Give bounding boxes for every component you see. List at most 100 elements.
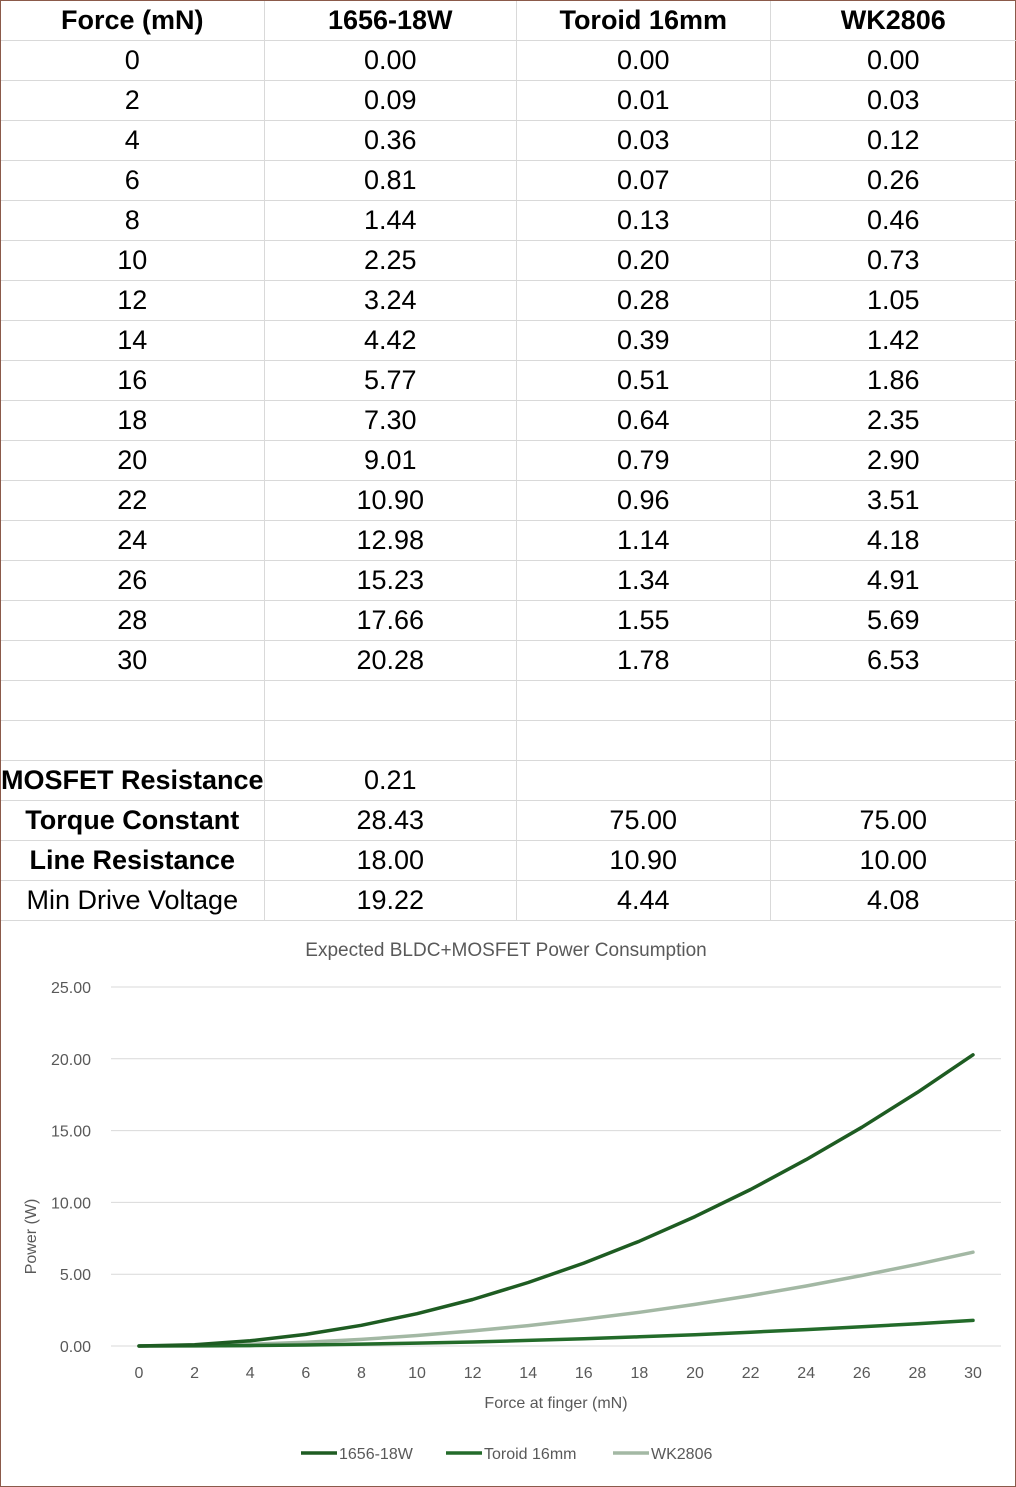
table-cell[interactable]: 30 [1, 640, 265, 681]
param-value[interactable]: 75.00 [770, 800, 1016, 841]
header-cell[interactable]: WK2806 [770, 1, 1016, 41]
param-value[interactable]: 0.21 [264, 760, 517, 801]
table-cell[interactable]: 2.25 [264, 240, 517, 281]
table-cell[interactable]: 0.03 [516, 120, 771, 161]
table-cell[interactable]: 0.46 [770, 200, 1016, 241]
table-cell[interactable]: 4.42 [264, 320, 517, 361]
table-cell[interactable]: 3.51 [770, 480, 1016, 521]
table-cell[interactable]: 0.73 [770, 240, 1016, 281]
table-cell[interactable]: 0.51 [516, 360, 771, 401]
table-cell[interactable]: 15.23 [264, 560, 517, 601]
table-cell[interactable]: 24 [1, 520, 265, 561]
empty-cell[interactable] [770, 680, 1016, 721]
param-value[interactable]: 19.22 [264, 880, 517, 921]
table-cell[interactable]: 8 [1, 200, 265, 241]
table-cell[interactable]: 0 [1, 40, 265, 81]
table-cell[interactable]: 0.26 [770, 160, 1016, 201]
table-cell[interactable]: 1.78 [516, 640, 771, 681]
table-cell[interactable]: 22 [1, 480, 265, 521]
param-value[interactable]: 10.00 [770, 840, 1016, 881]
table-row: 10 2.25 0.20 0.73 [1, 240, 1016, 281]
table-cell[interactable]: 1.05 [770, 280, 1016, 321]
table-cell[interactable]: 5.77 [264, 360, 517, 401]
table-cell[interactable]: 12.98 [264, 520, 517, 561]
empty-cell[interactable] [516, 680, 771, 721]
table-cell[interactable]: 2 [1, 80, 265, 121]
param-value[interactable]: 28.43 [264, 800, 517, 841]
table-row: 22 10.90 0.96 3.51 [1, 480, 1016, 521]
table-cell[interactable]: 12 [1, 280, 265, 321]
table-cell[interactable]: 10.90 [264, 480, 517, 521]
table-cell[interactable]: 2.90 [770, 440, 1016, 481]
table-cell[interactable]: 0.79 [516, 440, 771, 481]
table-cell[interactable]: 0.20 [516, 240, 771, 281]
param-label[interactable]: Line Resistance [1, 840, 265, 881]
param-value[interactable]: 4.44 [516, 880, 771, 921]
table-cell[interactable]: 2.35 [770, 400, 1016, 441]
empty-cell[interactable] [1, 720, 265, 761]
param-value[interactable]: 75.00 [516, 800, 771, 841]
empty-cell[interactable] [1, 680, 265, 721]
empty-cell[interactable] [516, 720, 771, 761]
header-cell[interactable]: Force (mN) [1, 1, 265, 41]
table-cell[interactable]: 3.24 [264, 280, 517, 321]
table-cell[interactable]: 0.01 [516, 80, 771, 121]
table-cell[interactable]: 6.53 [770, 640, 1016, 681]
table-cell[interactable]: 0.28 [516, 280, 771, 321]
table-cell[interactable]: 0.96 [516, 480, 771, 521]
table-cell[interactable]: 6 [1, 160, 265, 201]
param-value[interactable]: 10.90 [516, 840, 771, 881]
table-cell[interactable]: 1.44 [264, 200, 517, 241]
param-value[interactable] [516, 760, 771, 801]
param-label[interactable]: MOSFET Resistance [1, 760, 265, 801]
table-cell[interactable]: 4.18 [770, 520, 1016, 561]
table-cell[interactable]: 5.69 [770, 600, 1016, 641]
table-cell[interactable]: 28 [1, 600, 265, 641]
table-cell[interactable]: 4.91 [770, 560, 1016, 601]
table-cell[interactable]: 10 [1, 240, 265, 281]
table-cell[interactable]: 17.66 [264, 600, 517, 641]
table-cell[interactable]: 0.13 [516, 200, 771, 241]
table-cell[interactable]: 1.14 [516, 520, 771, 561]
x-tick-label: 26 [853, 1365, 871, 1382]
table-cell[interactable]: 20 [1, 440, 265, 481]
param-value[interactable]: 18.00 [264, 840, 517, 881]
table-cell[interactable]: 1.34 [516, 560, 771, 601]
table-cell[interactable]: 4 [1, 120, 265, 161]
empty-cell[interactable] [770, 720, 1016, 761]
table-cell[interactable]: 16 [1, 360, 265, 401]
table-cell[interactable]: 0.07 [516, 160, 771, 201]
empty-row [1, 680, 1016, 721]
empty-cell[interactable] [264, 680, 517, 721]
table-cell[interactable]: 0.36 [264, 120, 517, 161]
param-value[interactable] [770, 760, 1016, 801]
table-cell[interactable]: 20.28 [264, 640, 517, 681]
table-cell[interactable]: 0.00 [264, 40, 517, 81]
table-cell[interactable]: 1.55 [516, 600, 771, 641]
header-cell[interactable]: Toroid 16mm [516, 1, 771, 41]
table-cell[interactable]: 26 [1, 560, 265, 601]
table-cell[interactable]: 0.39 [516, 320, 771, 361]
table-cell[interactable]: 0.00 [770, 40, 1016, 81]
param-value[interactable]: 4.08 [770, 880, 1016, 921]
table-cell[interactable]: 14 [1, 320, 265, 361]
empty-cell[interactable] [264, 720, 517, 761]
data-table: Force (mN) 1656-18W Toroid 16mm WK2806 0 0.00… [1, 1, 1016, 921]
table-cell[interactable]: 9.01 [264, 440, 517, 481]
param-label[interactable]: Min Drive Voltage [1, 880, 265, 921]
table-cell[interactable]: 0.81 [264, 160, 517, 201]
table-cell[interactable]: 0.03 [770, 80, 1016, 121]
table-cell[interactable]: 18 [1, 400, 265, 441]
x-tick-label: 4 [246, 1365, 255, 1382]
table-cell[interactable]: 0.64 [516, 400, 771, 441]
table-cell[interactable]: 0.00 [516, 40, 771, 81]
table-cell[interactable]: 0.12 [770, 120, 1016, 161]
table-cell[interactable]: 7.30 [264, 400, 517, 441]
param-label[interactable]: Torque Constant [1, 800, 265, 841]
table-cell[interactable]: 1.86 [770, 360, 1016, 401]
table-cell[interactable]: 0.09 [264, 80, 517, 121]
table-cell[interactable]: 1.42 [770, 320, 1016, 361]
table-row: 28 17.66 1.55 5.69 [1, 600, 1016, 641]
header-cell[interactable]: 1656-18W [264, 1, 517, 41]
param-row: Torque Constant 28.43 75.00 75.00 [1, 800, 1016, 841]
